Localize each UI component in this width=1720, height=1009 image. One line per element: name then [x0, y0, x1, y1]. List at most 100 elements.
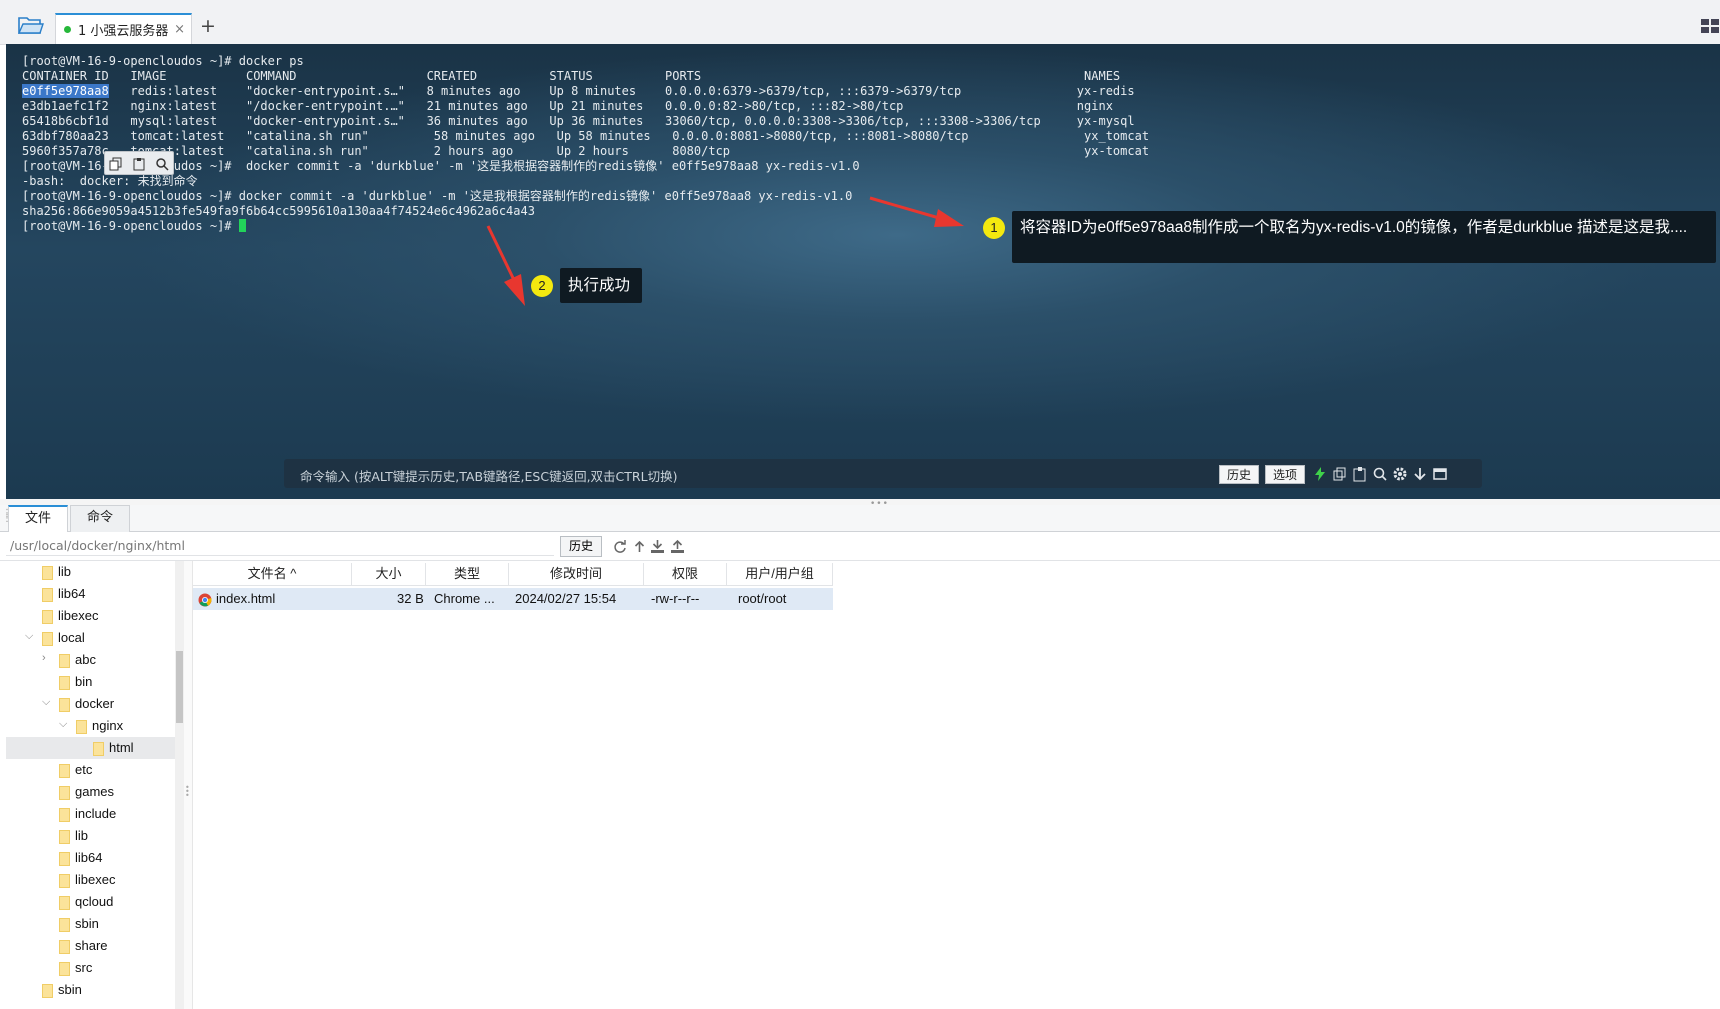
tree-item-label: html	[109, 740, 134, 755]
tree-item[interactable]: include	[6, 803, 176, 825]
tree-item[interactable]: ⌵ local	[6, 627, 176, 649]
chevron-down-icon[interactable]: ⌵	[42, 696, 50, 709]
command-input-bar[interactable]: 命令输入 (按ALT键提示历史,TAB键路径,ESC键返回,双击CTRL切换) …	[284, 459, 1482, 488]
folder-icon	[42, 632, 53, 646]
tree-item[interactable]: lib	[6, 561, 176, 583]
column-header-type[interactable]: 类型	[426, 563, 509, 586]
tree-item-label: lib	[75, 828, 89, 843]
tree-item-label: docker	[75, 696, 115, 711]
column-header-modified[interactable]: 修改时间	[509, 563, 644, 586]
annotation-arrow-1	[869, 196, 964, 227]
paste-icon[interactable]	[132, 156, 146, 171]
tree-item[interactable]: src	[6, 957, 176, 979]
search-icon[interactable]	[155, 156, 169, 171]
chevron-down-icon[interactable]: ⌵	[25, 630, 33, 643]
terminal-prompt: [root@VM-16-9-opencloudos ~]#	[22, 219, 239, 233]
path-input[interactable]	[6, 536, 554, 556]
folder-icon	[59, 852, 70, 866]
gear-icon[interactable]	[1392, 466, 1408, 482]
file-permissions: -rw-r--r--	[651, 591, 700, 606]
tree-item[interactable]: ⌵ docker	[6, 693, 176, 715]
maximize-icon[interactable]	[1432, 466, 1448, 482]
folder-icon	[93, 742, 104, 756]
tree-scrollbar-thumb[interactable]	[176, 651, 183, 723]
terminal-line: e3db1aefc1f2 nginx:latest "/docker-entry…	[22, 99, 1113, 113]
command-input-placeholder[interactable]: 命令输入 (按ALT键提示历史,TAB键路径,ESC键返回,双击CTRL切换)	[300, 466, 677, 485]
lightning-icon[interactable]	[1312, 466, 1328, 482]
copy-icon[interactable]	[109, 156, 123, 171]
vertical-splitter[interactable]: • • •	[184, 561, 193, 1009]
tree-item[interactable]: etc	[6, 759, 176, 781]
arrow-down-icon[interactable]	[1412, 466, 1428, 482]
upload-icon[interactable]	[670, 539, 685, 554]
folder-icon	[76, 720, 87, 734]
session-tab-label: 1 小强云服务器	[78, 24, 169, 39]
terminal-prompt-line: [root@VM-16-9-opencloudos ~]#	[22, 219, 1149, 234]
tree-item[interactable]: ⌵ nginx	[6, 715, 176, 737]
tree-item[interactable]: lib64	[6, 847, 176, 869]
path-history-button[interactable]: 历史	[560, 536, 602, 557]
tree-item[interactable]: lib	[6, 825, 176, 847]
folder-icon	[42, 610, 53, 624]
folder-icon	[59, 874, 70, 888]
folder-icon	[59, 698, 70, 712]
connected-status-icon	[64, 26, 71, 33]
session-tab-bar: 1 小强云服务器 × +	[0, 0, 1720, 45]
tree-item[interactable]: libexec	[6, 605, 176, 627]
folder-open-icon[interactable]	[17, 15, 44, 35]
file-size: 32 B	[397, 591, 424, 606]
tree-item[interactable]: qcloud	[6, 891, 176, 913]
terminal-line: [root@VM-16-9-opencloudos ~]# docker com…	[22, 159, 860, 173]
column-header-permissions[interactable]: 权限	[644, 563, 727, 586]
tab-files[interactable]: 文件	[8, 505, 68, 532]
download-icon[interactable]	[650, 539, 665, 554]
column-header-name[interactable]: 文件名 ^	[193, 563, 352, 586]
chrome-file-icon	[198, 592, 212, 607]
column-header-size[interactable]: 大小	[352, 563, 426, 586]
refresh-icon[interactable]	[612, 539, 627, 554]
tab-commands[interactable]: 命令	[70, 505, 130, 532]
add-tab-button[interactable]: +	[200, 16, 216, 36]
file-modified: 2024/02/27 15:54	[515, 591, 617, 606]
tree-item-label: lib64	[75, 850, 103, 865]
folder-icon	[59, 676, 70, 690]
close-tab-icon[interactable]: ×	[174, 22, 185, 37]
up-directory-icon[interactable]	[632, 539, 647, 554]
chevron-right-icon[interactable]: ›	[42, 652, 46, 664]
session-tab[interactable]: 1 小强云服务器 ×	[55, 13, 192, 44]
tree-item-label: lib64	[58, 586, 86, 601]
tree-item-label: share	[75, 938, 108, 953]
terminal-line-selected: e0ff5e978aa8 redis:latest "docker-entryp…	[22, 84, 1149, 99]
tree-item-label: local	[58, 630, 85, 645]
column-header-owner[interactable]: 用户/用户组	[727, 563, 833, 586]
tree-item[interactable]: › abc	[6, 649, 176, 671]
terminal-line: sha256:866e9059a4512b3fe549fa9f6b64cc599…	[22, 204, 535, 218]
search-icon[interactable]	[1372, 466, 1388, 482]
tree-item-label: bin	[75, 674, 93, 689]
tree-item[interactable]: games	[6, 781, 176, 803]
tree-item-label: nginx	[92, 718, 124, 733]
tree-item-label: libexec	[75, 872, 116, 887]
options-button[interactable]: 选项	[1265, 465, 1305, 484]
tree-item[interactable]: sbin	[6, 913, 176, 935]
annotation-text-2: 执行成功	[560, 268, 642, 303]
tree-item[interactable]: lib64	[6, 583, 176, 605]
tree-item[interactable]: sbin	[6, 979, 176, 1001]
table-row[interactable]: index.html 32 B Chrome ... 2024/02/27 15…	[193, 588, 833, 610]
grid-layout-icon[interactable]	[1700, 18, 1720, 34]
copy-icon[interactable]	[1332, 466, 1348, 482]
tree-item[interactable]: bin	[6, 671, 176, 693]
history-button[interactable]: 历史	[1219, 465, 1259, 484]
chevron-down-icon[interactable]: ⌵	[59, 718, 67, 731]
paste-icon[interactable]	[1352, 466, 1368, 482]
tree-item[interactable]: share	[6, 935, 176, 957]
tree-item-label: qcloud	[75, 894, 114, 909]
selected-container-id: e0ff5e978aa8	[22, 84, 109, 98]
terminal-line: -bash: docker: 未找到命令	[22, 174, 198, 188]
tree-item-label: etc	[75, 762, 93, 777]
path-bar: 历史	[0, 532, 1720, 561]
tree-scrollbar[interactable]	[175, 561, 184, 1009]
tree-item[interactable]: html	[6, 737, 176, 759]
tree-item[interactable]: libexec	[6, 869, 176, 891]
terminal-panel[interactable]: [root@VM-16-9-opencloudos ~]# docker ps C…	[6, 44, 1720, 499]
